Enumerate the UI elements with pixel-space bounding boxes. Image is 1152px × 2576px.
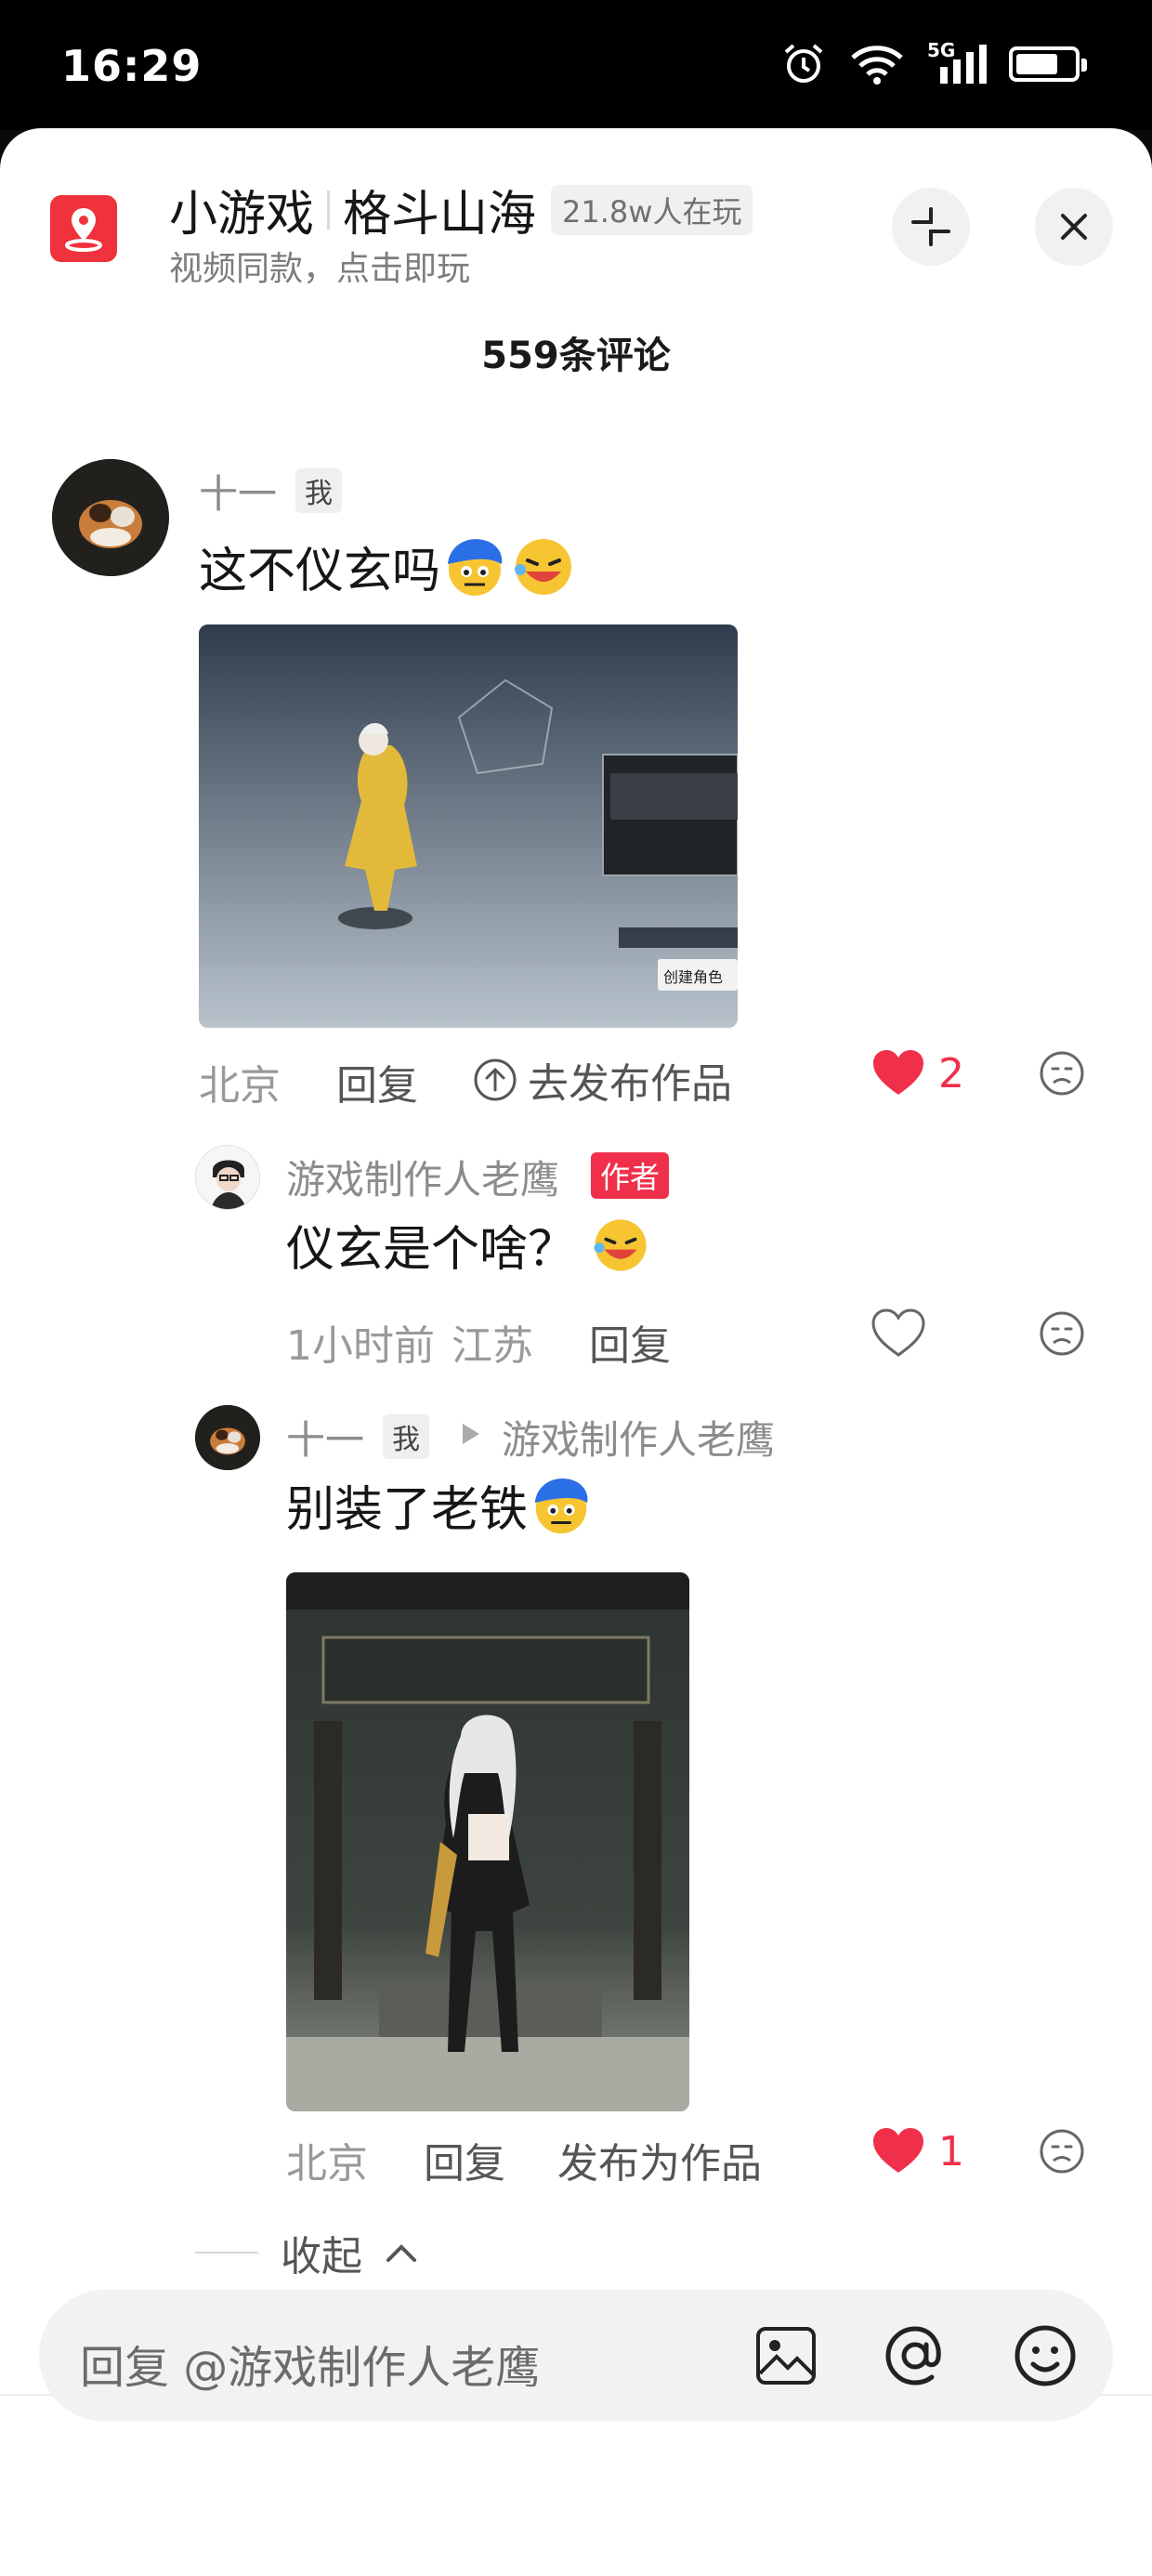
reply-location: 江苏 bbox=[452, 1322, 533, 1370]
wifi-icon bbox=[851, 46, 903, 85]
emoji-picker-icon[interactable] bbox=[1013, 2323, 1078, 2388]
image-picker-icon[interactable] bbox=[754, 2325, 818, 2386]
reply-username[interactable]: 十一 bbox=[286, 1409, 364, 1465]
like-button[interactable]: 2 bbox=[871, 1048, 964, 1098]
reply-location: 北京 bbox=[286, 2140, 368, 2188]
close-button[interactable] bbox=[1035, 188, 1113, 266]
players-badge: 21.8w人在玩 bbox=[551, 184, 753, 235]
comment-username[interactable]: 十一 bbox=[199, 463, 277, 519]
reply-text: 仪玄是个啥？ bbox=[286, 1222, 577, 1278]
status-icons: 5G bbox=[780, 39, 1087, 87]
comment-location: 北京 bbox=[199, 1062, 281, 1110]
heart-outline-icon[interactable] bbox=[871, 1308, 925, 1359]
reply-text-line: 别装了老铁 bbox=[286, 1470, 595, 1540]
reply-username[interactable]: 游戏制作人老鹰 bbox=[286, 1149, 559, 1205]
reply-input[interactable]: 回复 @游戏制作人老鹰 bbox=[39, 2290, 1113, 2422]
dislike-face-icon[interactable] bbox=[1039, 1050, 1085, 1097]
signal-5g-icon: 5G bbox=[927, 39, 987, 85]
dislike-face-icon[interactable] bbox=[1039, 2128, 1085, 2175]
collapse-label: 收起 bbox=[281, 2233, 362, 2280]
mini-game-logo-icon bbox=[50, 195, 117, 262]
minimize-button[interactable] bbox=[892, 188, 970, 266]
reply-text: 别装了老铁 bbox=[286, 1482, 529, 1538]
reply-button[interactable]: 回复 bbox=[336, 1052, 418, 1111]
avatar[interactable] bbox=[52, 459, 169, 576]
laughing-emoji-icon bbox=[594, 1218, 647, 1271]
reply-button[interactable]: 回复 bbox=[589, 1312, 671, 1372]
dislike-face-icon[interactable] bbox=[1039, 1310, 1085, 1357]
game-name: 格斗山海 bbox=[343, 187, 537, 243]
like-count: 2 bbox=[938, 1049, 964, 1097]
avatar[interactable] bbox=[195, 1405, 260, 1470]
comment-image[interactable]: 创建角色 bbox=[199, 624, 738, 1028]
upload-circle-icon bbox=[474, 1058, 517, 1101]
game-subtitle: 视频同款，点击即玩 bbox=[169, 250, 471, 288]
status-bar: 16:29 5G bbox=[0, 0, 1152, 130]
heart-filled-icon bbox=[873, 1050, 923, 1095]
like-button[interactable]: 1 bbox=[871, 2126, 964, 2176]
image-caption: 创建角色 bbox=[663, 968, 724, 986]
reply-text-line: 仪玄是个啥？ bbox=[286, 1210, 652, 1280]
title-divider bbox=[327, 190, 331, 230]
collapse-replies-button[interactable]: 收起 bbox=[195, 2223, 418, 2282]
like-count: 1 bbox=[938, 2127, 964, 2175]
comment-count: 559条评论 bbox=[481, 335, 671, 377]
reply-time: 1小时前 bbox=[286, 1322, 435, 1370]
app-name: 小游戏 bbox=[169, 187, 315, 243]
publish-work-button[interactable]: 去发布作品 bbox=[472, 1050, 732, 1110]
chevron-up-icon bbox=[386, 2244, 416, 2262]
reply-image[interactable] bbox=[286, 1572, 689, 2111]
publish-as-work-button[interactable]: 发布为作品 bbox=[557, 2130, 762, 2189]
publish-label: 去发布作品 bbox=[528, 1060, 732, 1108]
grimace-emoji-icon bbox=[448, 538, 503, 596]
comment-sheet: 小游戏 格斗山海 21.8w人在玩 视频同款，点击即玩 559条评论 十一 我 … bbox=[0, 128, 1152, 2576]
author-tag: 作者 bbox=[591, 1152, 670, 1199]
reply-button[interactable]: 回复 bbox=[424, 2130, 505, 2189]
comment-text: 这不仪玄吗 bbox=[199, 544, 441, 599]
laughing-emoji-icon bbox=[515, 538, 572, 595]
network-label: 5G bbox=[927, 39, 956, 61]
reply-input-placeholder: 回复 @游戏制作人老鹰 bbox=[80, 2342, 541, 2394]
collapse-divider bbox=[195, 2252, 258, 2254]
game-title-row: 小游戏 格斗山海 21.8w人在玩 bbox=[169, 175, 753, 244]
grimace-emoji-icon bbox=[534, 1478, 588, 1533]
me-tag: 我 bbox=[295, 468, 342, 513]
reply-to-username[interactable]: 游戏制作人老鹰 bbox=[502, 1409, 775, 1465]
reply-arrow-icon bbox=[463, 1424, 479, 1444]
mention-icon[interactable] bbox=[883, 2323, 948, 2388]
heart-filled-icon bbox=[873, 2128, 923, 2173]
battery-icon bbox=[1009, 46, 1087, 82]
minimize-icon bbox=[911, 207, 950, 246]
mini-game-banner[interactable]: 小游戏 格斗山海 21.8w人在玩 视频同款，点击即玩 bbox=[0, 128, 1152, 314]
avatar[interactable] bbox=[195, 1145, 260, 1210]
close-icon bbox=[1061, 214, 1087, 240]
comment-text-row: 这不仪玄吗 bbox=[199, 532, 578, 601]
me-tag: 我 bbox=[383, 1414, 429, 1459]
alarm-icon bbox=[784, 44, 823, 83]
status-time: 16:29 bbox=[61, 41, 203, 91]
